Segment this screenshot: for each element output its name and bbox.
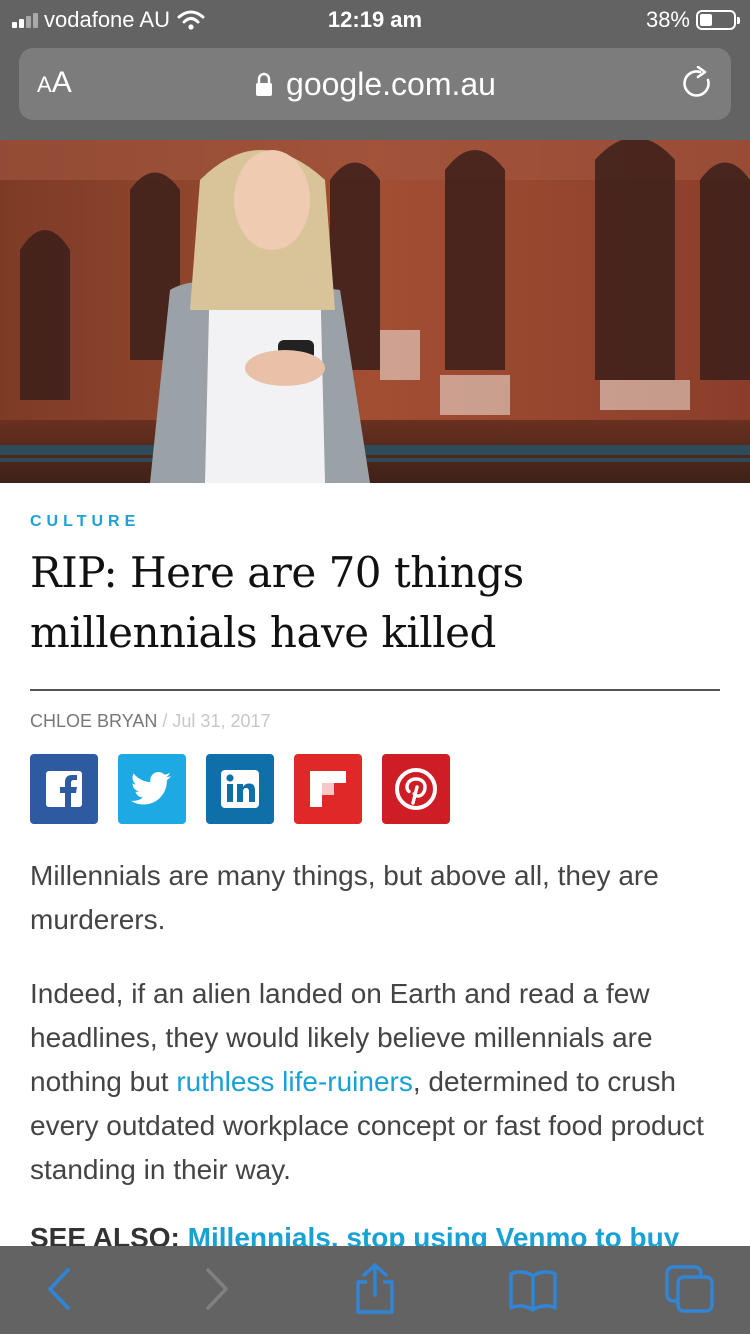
byline: CHLOE BRYAN / Jul 31, 2017 (30, 711, 720, 732)
lock-icon (256, 72, 273, 96)
pinterest-icon (395, 768, 437, 810)
publish-date: Jul 31, 2017 (172, 711, 271, 731)
headline: RIP: Here are 70 things millennials have… (30, 548, 524, 657)
hero-photo (0, 140, 750, 483)
pinterest-share-button[interactable] (382, 754, 450, 824)
battery-fill (700, 14, 713, 26)
divider (30, 689, 720, 691)
twitter-share-button[interactable] (118, 754, 186, 824)
status-right: 38% (645, 7, 740, 33)
category-label[interactable]: CULTURE (30, 513, 720, 531)
ruthless-life-ruiners-link[interactable]: ruthless life-ruiners (176, 1066, 413, 1097)
hero-image (0, 140, 750, 483)
browser-toolbar (0, 1246, 750, 1334)
facebook-share-button[interactable] (30, 754, 98, 824)
forward-icon[interactable] (200, 1266, 232, 1312)
twitter-icon (131, 772, 171, 805)
paragraph-2: Indeed, if an alien landed on Earth and … (30, 972, 720, 1192)
linkedin-icon (221, 770, 259, 808)
facebook-icon (46, 771, 82, 807)
tabs-icon[interactable] (664, 1264, 716, 1314)
status-left: vodafone AU (12, 7, 206, 33)
share-icon[interactable] (352, 1262, 398, 1316)
flipboard-share-button[interactable] (294, 754, 362, 824)
url-display[interactable]: google.com.au (19, 66, 731, 103)
carrier-label: vodafone AU (44, 7, 170, 32)
see-also-link[interactable]: Millennials, stop using Venmo to buy (188, 1222, 680, 1246)
battery-icon (696, 10, 740, 30)
signal-icon (12, 12, 38, 28)
address-bar[interactable]: AA google.com.au (19, 48, 731, 120)
url-text: google.com.au (286, 66, 496, 102)
battery-percent: 38% (645, 7, 690, 32)
back-icon[interactable] (44, 1266, 76, 1312)
paragraph-1: Millennials are many things, but above a… (30, 860, 659, 935)
author[interactable]: CHLOE BRYAN (30, 711, 157, 731)
article: CULTURE RIP: Here are 70 things millenni… (30, 483, 720, 1220)
reload-icon[interactable] (681, 66, 715, 102)
byline-separator: / (162, 711, 168, 731)
share-buttons (30, 754, 720, 824)
flipboard-icon (310, 771, 346, 807)
see-also-label: SEE ALSO: (30, 1222, 180, 1246)
see-also: SEE ALSO: Millennials, stop using Venmo … (30, 1222, 750, 1246)
wifi-icon (177, 10, 205, 30)
status-bar: vodafone AU 12:19 am 38% (0, 0, 750, 40)
linkedin-share-button[interactable] (206, 754, 274, 824)
bookmarks-icon[interactable] (508, 1268, 558, 1312)
